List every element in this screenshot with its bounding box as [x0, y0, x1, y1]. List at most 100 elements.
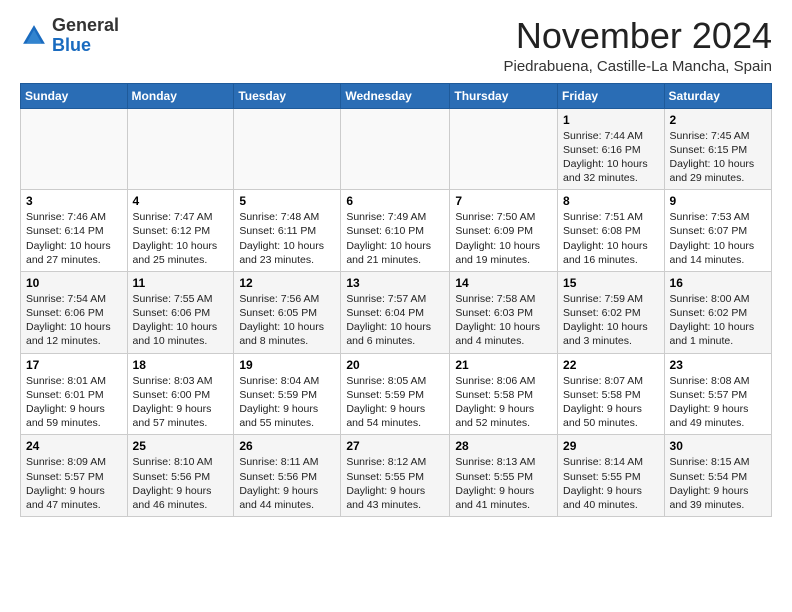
- calendar-cell: 20 Sunrise: 8:05 AM Sunset: 5:59 PM Dayli…: [341, 353, 450, 435]
- day-number: 21: [455, 358, 552, 372]
- calendar-cell: 21 Sunrise: 8:06 AM Sunset: 5:58 PM Dayli…: [450, 353, 558, 435]
- day-number: 14: [455, 276, 552, 290]
- weekday-header: Thursday: [450, 83, 558, 108]
- day-info: Sunrise: 7:54 AM Sunset: 6:06 PM Dayligh…: [26, 292, 122, 349]
- day-number: 11: [133, 276, 229, 290]
- calendar-cell: 29Sunrise: 8:14 AM Sunset: 5:55 PM Dayli…: [558, 435, 665, 517]
- day-number: 25: [133, 439, 229, 453]
- day-number: 24: [26, 439, 122, 453]
- day-info: Sunrise: 8:07 AM Sunset: 5:58 PM Dayligh…: [563, 374, 659, 431]
- calendar-cell: 23 Sunrise: 8:08 AM Sunset: 5:57 PM Dayli…: [664, 353, 771, 435]
- logo-text: General Blue: [52, 16, 119, 56]
- day-info: Sunrise: 7:45 AM Sunset: 6:15 PM Dayligh…: [670, 129, 766, 186]
- day-info: Sunrise: 7:51 AM Sunset: 6:08 PM Dayligh…: [563, 210, 659, 267]
- day-number: 5: [239, 194, 335, 208]
- calendar-cell: 3 Sunrise: 7:46 AM Sunset: 6:14 PM Daylig…: [21, 190, 128, 272]
- day-info: Sunrise: 7:59 AM Sunset: 6:02 PM Dayligh…: [563, 292, 659, 349]
- day-number: 22: [563, 358, 659, 372]
- calendar-cell: 30 Sunrise: 8:15 AM Sunset: 5:54 PM Dayli…: [664, 435, 771, 517]
- day-number: 29: [563, 439, 659, 453]
- calendar-cell: 5 Sunrise: 7:48 AM Sunset: 6:11 PM Daylig…: [234, 190, 341, 272]
- logo: General Blue: [20, 16, 119, 56]
- day-info: Sunrise: 7:55 AM Sunset: 6:06 PM Dayligh…: [133, 292, 229, 349]
- calendar-cell: 12 Sunrise: 7:56 AM Sunset: 6:05 PM Dayli…: [234, 271, 341, 353]
- day-number: 12: [239, 276, 335, 290]
- day-number: 1: [563, 113, 659, 127]
- calendar-cell: 25 Sunrise: 8:10 AM Sunset: 5:56 PM Dayli…: [127, 435, 234, 517]
- calendar-week-row: 3 Sunrise: 7:46 AM Sunset: 6:14 PM Daylig…: [21, 190, 772, 272]
- calendar-cell: 15 Sunrise: 7:59 AM Sunset: 6:02 PM Dayli…: [558, 271, 665, 353]
- calendar-cell: [234, 108, 341, 190]
- day-info: Sunrise: 7:58 AM Sunset: 6:03 PM Dayligh…: [455, 292, 552, 349]
- day-info: Sunrise: 8:12 AM Sunset: 5:55 PM Dayligh…: [346, 455, 444, 512]
- calendar-cell: 13Sunrise: 7:57 AM Sunset: 6:04 PM Dayli…: [341, 271, 450, 353]
- calendar-header: SundayMondayTuesdayWednesdayThursdayFrid…: [21, 83, 772, 108]
- day-number: 10: [26, 276, 122, 290]
- logo-general: General: [52, 15, 119, 35]
- day-number: 9: [670, 194, 766, 208]
- weekday-header: Monday: [127, 83, 234, 108]
- day-number: 8: [563, 194, 659, 208]
- calendar-cell: [450, 108, 558, 190]
- day-info: Sunrise: 8:15 AM Sunset: 5:54 PM Dayligh…: [670, 455, 766, 512]
- calendar-cell: 27 Sunrise: 8:12 AM Sunset: 5:55 PM Dayli…: [341, 435, 450, 517]
- day-info: Sunrise: 7:50 AM Sunset: 6:09 PM Dayligh…: [455, 210, 552, 267]
- day-number: 28: [455, 439, 552, 453]
- calendar-cell: 11 Sunrise: 7:55 AM Sunset: 6:06 PM Dayli…: [127, 271, 234, 353]
- calendar-cell: 1 Sunrise: 7:44 AM Sunset: 6:16 PM Daylig…: [558, 108, 665, 190]
- weekday-header: Tuesday: [234, 83, 341, 108]
- calendar-cell: [341, 108, 450, 190]
- day-info: Sunrise: 8:08 AM Sunset: 5:57 PM Dayligh…: [670, 374, 766, 431]
- day-info: Sunrise: 8:06 AM Sunset: 5:58 PM Dayligh…: [455, 374, 552, 431]
- day-number: 15: [563, 276, 659, 290]
- calendar-cell: [127, 108, 234, 190]
- day-number: 20: [346, 358, 444, 372]
- day-number: 26: [239, 439, 335, 453]
- day-info: Sunrise: 8:13 AM Sunset: 5:55 PM Dayligh…: [455, 455, 552, 512]
- day-info: Sunrise: 7:46 AM Sunset: 6:14 PM Dayligh…: [26, 210, 122, 267]
- calendar-cell: 18Sunrise: 8:03 AM Sunset: 6:00 PM Dayli…: [127, 353, 234, 435]
- day-number: 27: [346, 439, 444, 453]
- weekday-header: Friday: [558, 83, 665, 108]
- day-info: Sunrise: 7:44 AM Sunset: 6:16 PM Dayligh…: [563, 129, 659, 186]
- page-header: General Blue November 2024 Piedrabuena, …: [20, 16, 772, 75]
- calendar-cell: 22 Sunrise: 8:07 AM Sunset: 5:58 PM Dayli…: [558, 353, 665, 435]
- day-info: Sunrise: 7:48 AM Sunset: 6:11 PM Dayligh…: [239, 210, 335, 267]
- day-info: Sunrise: 7:56 AM Sunset: 6:05 PM Dayligh…: [239, 292, 335, 349]
- calendar-cell: 14 Sunrise: 7:58 AM Sunset: 6:03 PM Dayli…: [450, 271, 558, 353]
- logo-blue: Blue: [52, 35, 91, 55]
- day-info: Sunrise: 8:09 AM Sunset: 5:57 PM Dayligh…: [26, 455, 122, 512]
- day-number: 17: [26, 358, 122, 372]
- weekday-header: Wednesday: [341, 83, 450, 108]
- calendar-cell: 2Sunrise: 7:45 AM Sunset: 6:15 PM Daylig…: [664, 108, 771, 190]
- calendar-cell: 16Sunrise: 8:00 AM Sunset: 6:02 PM Dayli…: [664, 271, 771, 353]
- day-number: 23: [670, 358, 766, 372]
- day-number: 3: [26, 194, 122, 208]
- day-info: Sunrise: 8:05 AM Sunset: 5:59 PM Dayligh…: [346, 374, 444, 431]
- day-info: Sunrise: 8:01 AM Sunset: 6:01 PM Dayligh…: [26, 374, 122, 431]
- day-info: Sunrise: 7:49 AM Sunset: 6:10 PM Dayligh…: [346, 210, 444, 267]
- title-area: November 2024 Piedrabuena, Castille-La M…: [504, 16, 773, 75]
- calendar-cell: 10 Sunrise: 7:54 AM Sunset: 6:06 PM Dayli…: [21, 271, 128, 353]
- calendar-cell: 19 Sunrise: 8:04 AM Sunset: 5:59 PM Dayli…: [234, 353, 341, 435]
- day-number: 13: [346, 276, 444, 290]
- calendar-table: SundayMondayTuesdayWednesdayThursdayFrid…: [20, 83, 772, 517]
- day-number: 19: [239, 358, 335, 372]
- weekday-header: Saturday: [664, 83, 771, 108]
- day-info: Sunrise: 7:47 AM Sunset: 6:12 PM Dayligh…: [133, 210, 229, 267]
- calendar-cell: 8 Sunrise: 7:51 AM Sunset: 6:08 PM Daylig…: [558, 190, 665, 272]
- day-info: Sunrise: 8:04 AM Sunset: 5:59 PM Dayligh…: [239, 374, 335, 431]
- day-info: Sunrise: 8:11 AM Sunset: 5:56 PM Dayligh…: [239, 455, 335, 512]
- calendar-cell: 17 Sunrise: 8:01 AM Sunset: 6:01 PM Dayli…: [21, 353, 128, 435]
- calendar-cell: 24 Sunrise: 8:09 AM Sunset: 5:57 PM Dayli…: [21, 435, 128, 517]
- calendar-week-row: 17 Sunrise: 8:01 AM Sunset: 6:01 PM Dayli…: [21, 353, 772, 435]
- location-title: Piedrabuena, Castille-La Mancha, Spain: [504, 58, 773, 75]
- day-number: 30: [670, 439, 766, 453]
- calendar-week-row: 1 Sunrise: 7:44 AM Sunset: 6:16 PM Daylig…: [21, 108, 772, 190]
- calendar-week-row: 24 Sunrise: 8:09 AM Sunset: 5:57 PM Dayli…: [21, 435, 772, 517]
- day-number: 18: [133, 358, 229, 372]
- calendar-cell: 6Sunrise: 7:49 AM Sunset: 6:10 PM Daylig…: [341, 190, 450, 272]
- day-info: Sunrise: 8:00 AM Sunset: 6:02 PM Dayligh…: [670, 292, 766, 349]
- calendar-week-row: 10 Sunrise: 7:54 AM Sunset: 6:06 PM Dayli…: [21, 271, 772, 353]
- day-info: Sunrise: 8:10 AM Sunset: 5:56 PM Dayligh…: [133, 455, 229, 512]
